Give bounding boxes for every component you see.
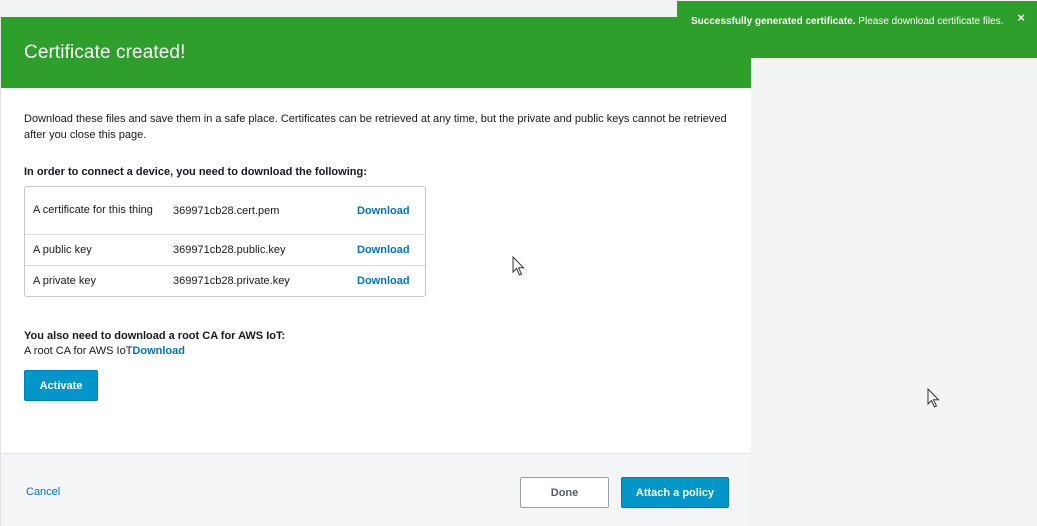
file-row-private-key: A private key 369971cb28.private.key Dow… — [25, 265, 425, 296]
toast-message: Successfully generated certificate. Plea… — [691, 16, 1003, 27]
root-ca-heading: You also need to download a root CA for … — [24, 330, 286, 342]
toast-bold-text: Successfully generated certificate. — [691, 16, 856, 27]
download-private-key-link[interactable]: Download — [357, 275, 410, 287]
root-ca-line: A root CA for AWS IoTDownload — [24, 345, 728, 357]
files-table: A certificate for this thing 369971cb28.… — [24, 186, 426, 297]
root-ca-label: A root CA for AWS IoT — [24, 345, 133, 357]
done-button[interactable]: Done — [520, 477, 609, 508]
dialog-footer: Cancel Done Attach a policy — [1, 453, 751, 526]
file-label: A certificate for this thing — [33, 204, 153, 216]
toast-text: Please download certificate files. — [855, 16, 1004, 27]
file-name: 369971cb28.cert.pem — [173, 204, 280, 217]
file-name: 369971cb28.private.key — [173, 275, 290, 287]
cancel-link[interactable]: Cancel — [26, 486, 60, 498]
screen: Certificate created! Download these file… — [0, 0, 1037, 526]
close-icon[interactable]: × — [1017, 11, 1025, 24]
dialog-body: Download these files and save them in a … — [1, 88, 751, 401]
download-public-key-link[interactable]: Download — [357, 244, 410, 256]
file-label: A public key — [33, 243, 92, 256]
activate-button[interactable]: Activate — [24, 370, 98, 401]
file-name: 369971cb28.public.key — [173, 244, 286, 256]
mouse-cursor-icon — [512, 256, 525, 276]
success-toast: Successfully generated certificate. Plea… — [677, 1, 1037, 58]
file-label: A private key — [33, 274, 96, 287]
files-heading: In order to connect a device, you need t… — [24, 166, 367, 178]
download-certificate-link[interactable]: Download — [357, 205, 410, 217]
intro-text: Download these files and save them in a … — [24, 113, 727, 141]
attach-policy-button[interactable]: Attach a policy — [621, 477, 729, 508]
mouse-cursor-icon — [927, 388, 940, 408]
dialog-header: Certificate created! — [1, 17, 751, 88]
dialog-title: Certificate created! — [24, 41, 186, 63]
certificate-dialog: Certificate created! Download these file… — [0, 17, 751, 526]
download-root-ca-link[interactable]: Download — [132, 345, 185, 357]
file-row-public-key: A public key 369971cb28.public.key Downl… — [25, 234, 425, 265]
file-row-certificate: A certificate for this thing 369971cb28.… — [25, 187, 425, 234]
